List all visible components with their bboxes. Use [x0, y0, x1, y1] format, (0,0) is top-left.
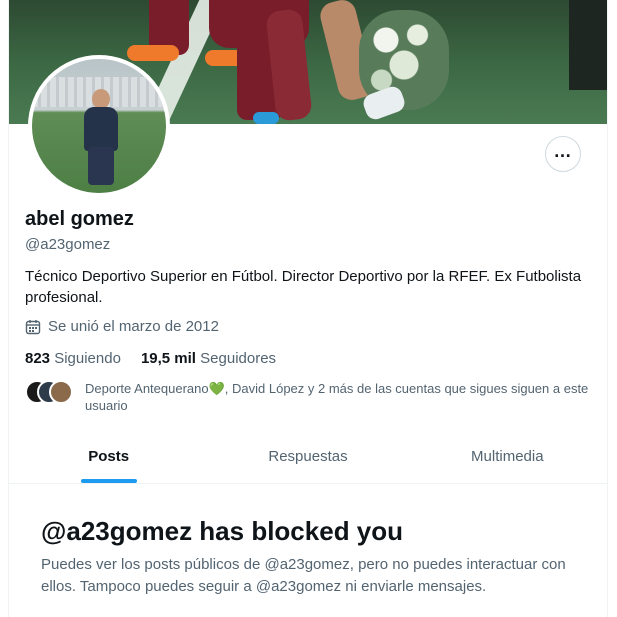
blocked-message: Puedes ver los posts públicos de @a23gom…: [41, 556, 566, 595]
profile-name: abel gomez: [25, 208, 134, 230]
following-label: Siguiendo: [54, 350, 121, 367]
mutual-followers[interactable]: Deporte Antequerano💚, David López y 2 má…: [25, 380, 590, 414]
banner-figure: [127, 45, 179, 61]
profile-avatar[interactable]: [28, 55, 170, 197]
following-link[interactable]: 823 Siguiendo: [25, 350, 121, 367]
join-date-text: Se unió el marzo de 2012: [48, 318, 219, 335]
join-date: Se unió el marzo de 2012: [25, 318, 219, 335]
more-options-icon: …: [553, 141, 573, 161]
more-options-button[interactable]: …: [545, 136, 581, 172]
tab-replies[interactable]: Respuestas: [208, 430, 407, 483]
mutual-followers-text: Deporte Antequerano💚, David López y 2 má…: [85, 381, 589, 413]
profile-page: … abel gomez @a23gomez Técnico Deportivo…: [8, 0, 608, 617]
tab-label: Respuestas: [268, 448, 348, 465]
mutual-avatar: [49, 380, 73, 404]
mutual-avatars: [25, 380, 81, 404]
tab-label: Multimedia: [471, 448, 544, 465]
calendar-icon: [25, 319, 41, 334]
blocked-title: @a23gomez has blocked you: [41, 516, 404, 546]
banner-figure: [253, 112, 279, 124]
follow-stats: 823 Siguiendo 19,5 mil Seguidores: [25, 350, 296, 367]
profile-handle: @a23gomez: [25, 236, 111, 253]
tab-media[interactable]: Multimedia: [408, 430, 607, 483]
active-tab-indicator: [80, 479, 137, 483]
tab-label: Posts: [88, 448, 130, 465]
tab-posts[interactable]: Posts: [9, 430, 208, 483]
avatar-figure: [84, 107, 118, 151]
avatar-figure: [88, 147, 114, 185]
followers-count: 19,5 mil: [140, 350, 196, 367]
following-count: 823: [25, 350, 51, 367]
avatar-figure: [92, 89, 110, 109]
profile-tabs: Posts Respuestas Multimedia: [9, 430, 607, 484]
profile-bio: Técnico Deportivo Superior en Fútbol. Di…: [25, 268, 582, 306]
banner-figure: [569, 0, 607, 90]
followers-label: Seguidores: [200, 350, 277, 367]
followers-link[interactable]: 19,5 mil Seguidores: [141, 350, 276, 367]
